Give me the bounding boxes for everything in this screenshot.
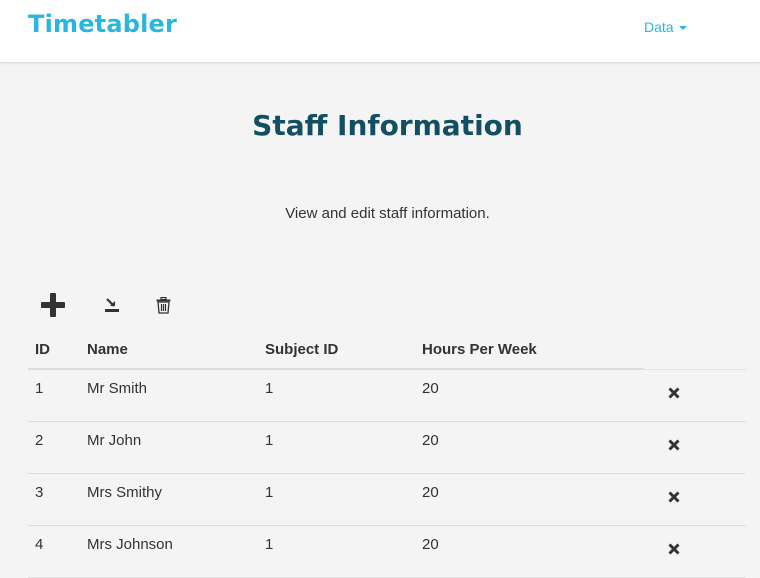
- cell-subject-id[interactable]: 1: [258, 473, 415, 526]
- cell-actions: [644, 369, 746, 422]
- cell-hours-per-week[interactable]: 20: [415, 525, 644, 578]
- delete-row-icon[interactable]: [668, 542, 680, 559]
- trash-icon[interactable]: [156, 296, 171, 319]
- cell-subject-id[interactable]: 1: [258, 369, 415, 422]
- cell-id[interactable]: 3: [28, 473, 80, 526]
- cell-id[interactable]: 2: [28, 421, 80, 474]
- header-subject-id[interactable]: Subject ID: [258, 330, 415, 370]
- delete-row-icon[interactable]: [668, 438, 680, 455]
- delete-row-icon[interactable]: [668, 386, 680, 403]
- cell-hours-per-week[interactable]: 20: [415, 369, 644, 422]
- cell-actions: [644, 525, 746, 578]
- page-title: Staff Information: [252, 109, 523, 142]
- cell-id[interactable]: 4: [28, 525, 80, 578]
- cell-name[interactable]: Mrs Smithy: [80, 473, 258, 526]
- cell-subject-id[interactable]: 1: [258, 421, 415, 474]
- table-row[interactable]: 2 Mr John 1 20: [28, 421, 746, 474]
- page-subtitle: View and edit staff information.: [285, 205, 490, 222]
- table-row[interactable]: 1 Mr Smith 1 20: [28, 369, 746, 422]
- import-icon[interactable]: [104, 297, 120, 318]
- cell-subject-id[interactable]: 1: [258, 525, 415, 578]
- cell-id[interactable]: 1: [28, 369, 80, 422]
- header-hours-per-week[interactable]: Hours Per Week: [415, 330, 644, 370]
- table-header-row: ID Name Subject ID Hours Per Week: [28, 330, 746, 370]
- cell-name[interactable]: Mrs Johnson: [80, 525, 258, 578]
- cell-name[interactable]: Mr Smith: [80, 369, 258, 422]
- delete-row-icon[interactable]: [668, 490, 680, 507]
- table-row[interactable]: 4 Mrs Johnson 1 20: [28, 525, 746, 578]
- cell-hours-per-week[interactable]: 20: [415, 421, 644, 474]
- cell-hours-per-week[interactable]: 20: [415, 473, 644, 526]
- data-menu-dropdown[interactable]: Data: [644, 19, 687, 35]
- add-icon[interactable]: [40, 292, 66, 323]
- header-actions: [644, 330, 746, 370]
- brand-logo[interactable]: Timetabler: [28, 10, 177, 38]
- table-row[interactable]: 3 Mrs Smithy 1 20: [28, 473, 746, 526]
- cell-actions: [644, 473, 746, 526]
- data-menu-label: Data: [644, 19, 674, 35]
- cell-actions: [644, 421, 746, 474]
- staff-table: ID Name Subject ID Hours Per Week 1 Mr S…: [28, 330, 746, 578]
- header-id[interactable]: ID: [28, 330, 80, 370]
- cell-name[interactable]: Mr John: [80, 421, 258, 474]
- header-name[interactable]: Name: [80, 330, 258, 370]
- navbar: Timetabler Data: [0, 0, 760, 63]
- caret-down-icon: [678, 25, 687, 30]
